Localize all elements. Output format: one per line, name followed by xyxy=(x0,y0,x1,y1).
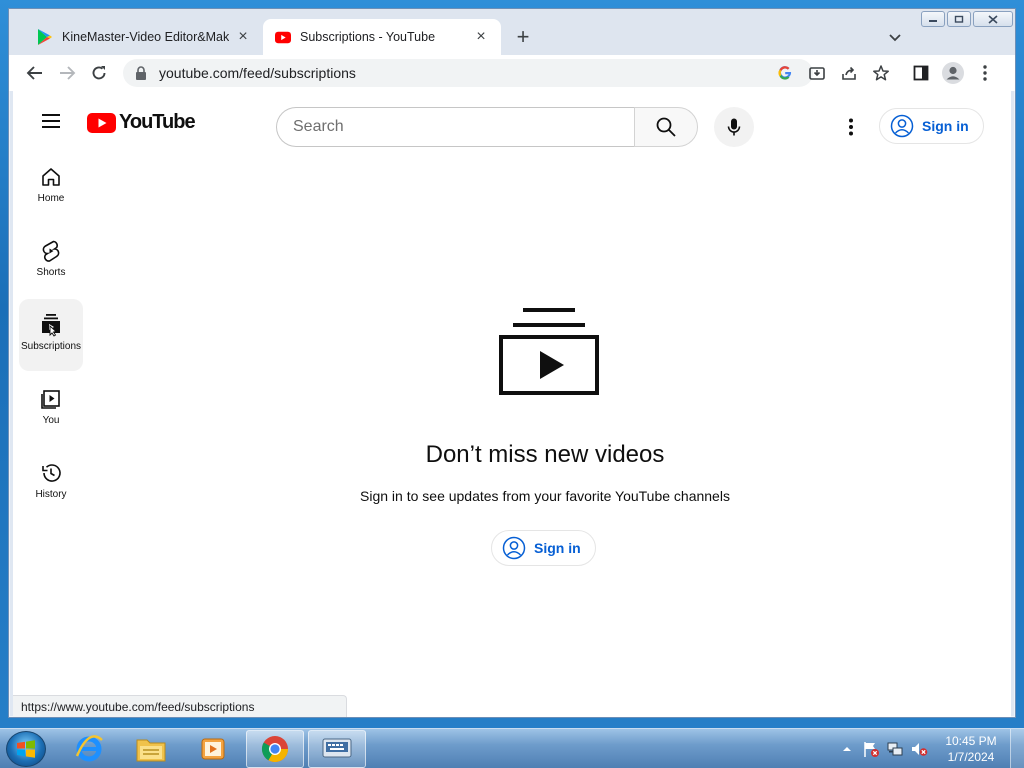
tab-title: Subscriptions - YouTube xyxy=(300,30,436,44)
volume-muted-icon[interactable] xyxy=(908,738,930,760)
share-icon[interactable] xyxy=(837,61,861,85)
new-tab-button[interactable]: + xyxy=(511,26,535,50)
taskbar-internet-explorer[interactable] xyxy=(60,730,118,768)
clock-date: 1/7/2024 xyxy=(947,750,995,764)
voice-search-button[interactable] xyxy=(714,107,754,147)
search-bar xyxy=(276,107,698,147)
microphone-icon xyxy=(727,118,741,136)
sidebar-item-label: Subscriptions xyxy=(20,341,82,352)
sign-in-label: Sign in xyxy=(922,118,969,134)
close-window-button[interactable] xyxy=(973,11,1013,27)
address-bar[interactable]: youtube.com/feed/subscriptions xyxy=(123,59,813,87)
network-icon[interactable] xyxy=(884,738,906,760)
taskbar: 10:45 PM 1/7/2024 xyxy=(0,728,1024,768)
forward-icon[interactable] xyxy=(55,61,79,85)
empty-state-subtitle: Sign in to see updates from your favorit… xyxy=(360,488,730,504)
minimize-button[interactable] xyxy=(921,11,945,27)
status-url: https://www.youtube.com/feed/subscriptio… xyxy=(21,699,255,714)
sidebar-item-you[interactable]: You xyxy=(19,373,83,445)
sidebar-item-label: Home xyxy=(37,193,65,204)
tab-title: KineMaster-Video Editor&Maker xyxy=(62,30,229,44)
sidebar-item-subscriptions[interactable]: Subscriptions xyxy=(19,299,83,371)
show-desktop-button[interactable] xyxy=(1010,729,1024,768)
bookmark-star-icon[interactable] xyxy=(869,61,893,85)
restore-button[interactable] xyxy=(947,11,971,27)
taskbar-chrome[interactable] xyxy=(246,730,304,768)
taskbar-on-screen-keyboard[interactable] xyxy=(308,730,366,768)
side-panel-icon[interactable] xyxy=(909,61,933,85)
address-text: youtube.com/feed/subscriptions xyxy=(159,65,356,81)
subscriptions-icon xyxy=(39,313,63,337)
sidebar-item-shorts[interactable]: Shorts xyxy=(19,225,83,297)
google-play-icon xyxy=(37,29,53,45)
settings-more-icon[interactable] xyxy=(839,115,863,139)
keyboard-icon xyxy=(322,738,352,758)
clock-time: 10:45 PM xyxy=(945,734,997,748)
windows-logo-icon xyxy=(17,740,35,758)
hamburger-menu-icon[interactable] xyxy=(39,109,63,133)
tab-strip: KineMaster-Video Editor&Maker × Subscrip… xyxy=(9,9,1015,55)
empty-state-sign-in-button[interactable]: Sign in xyxy=(491,530,596,566)
taskbar-clock[interactable]: 10:45 PM 1/7/2024 xyxy=(932,733,1010,765)
sign-in-button[interactable]: Sign in xyxy=(879,108,984,144)
subscriptions-illustration-icon xyxy=(489,305,609,405)
account-circle-icon xyxy=(890,114,914,138)
home-icon xyxy=(39,165,63,189)
chrome-menu-icon[interactable] xyxy=(973,61,997,85)
show-hidden-icons-icon[interactable] xyxy=(836,738,858,760)
search-button[interactable] xyxy=(634,107,698,147)
close-tab-icon[interactable]: × xyxy=(473,29,489,45)
reload-icon[interactable] xyxy=(87,61,111,85)
sidebar-item-label: Shorts xyxy=(36,267,66,278)
tab-kinemaster[interactable]: KineMaster-Video Editor&Maker × xyxy=(25,19,263,55)
tab-subscriptions[interactable]: Subscriptions - YouTube × xyxy=(263,19,501,55)
youtube-logo[interactable]: YouTube xyxy=(87,111,196,134)
taskbar-file-explorer[interactable] xyxy=(122,730,180,768)
empty-state-title: Don’t miss new videos xyxy=(425,441,665,468)
google-lens-icon[interactable] xyxy=(773,61,797,85)
profile-icon[interactable] xyxy=(941,61,965,85)
internet-explorer-icon xyxy=(75,735,103,762)
media-player-icon xyxy=(201,738,225,760)
youtube-page: YouTube Sign in Home xyxy=(13,91,1011,717)
install-app-icon[interactable] xyxy=(805,61,829,85)
shorts-icon xyxy=(39,239,63,263)
system-tray: 10:45 PM 1/7/2024 xyxy=(836,729,1024,768)
start-button[interactable] xyxy=(6,731,46,767)
taskbar-media-player[interactable] xyxy=(184,730,242,768)
search-input[interactable] xyxy=(276,107,634,147)
lock-icon[interactable] xyxy=(135,66,147,80)
search-icon xyxy=(656,117,676,137)
browser-toolbar: youtube.com/feed/subscriptions xyxy=(9,55,1015,91)
account-circle-icon xyxy=(502,536,526,560)
window-controls xyxy=(921,11,1013,27)
tab-search-icon[interactable] xyxy=(885,28,905,48)
youtube-wordmark: YouTube xyxy=(119,111,196,133)
chrome-icon xyxy=(261,736,289,763)
you-icon xyxy=(39,387,63,411)
close-tab-icon[interactable]: × xyxy=(235,29,251,45)
sidebar-item-label: You xyxy=(42,415,60,426)
youtube-icon xyxy=(275,29,291,45)
folder-icon xyxy=(136,739,166,762)
youtube-logo-icon xyxy=(87,112,116,133)
link-status-bar: https://www.youtube.com/feed/subscriptio… xyxy=(13,695,347,717)
back-icon[interactable] xyxy=(23,61,47,85)
sidebar-item-home[interactable]: Home xyxy=(19,151,83,223)
browser-window: KineMaster-Video Editor&Maker × Subscrip… xyxy=(8,8,1016,718)
action-center-flag-icon[interactable] xyxy=(860,738,882,760)
sign-in-label: Sign in xyxy=(534,540,581,556)
